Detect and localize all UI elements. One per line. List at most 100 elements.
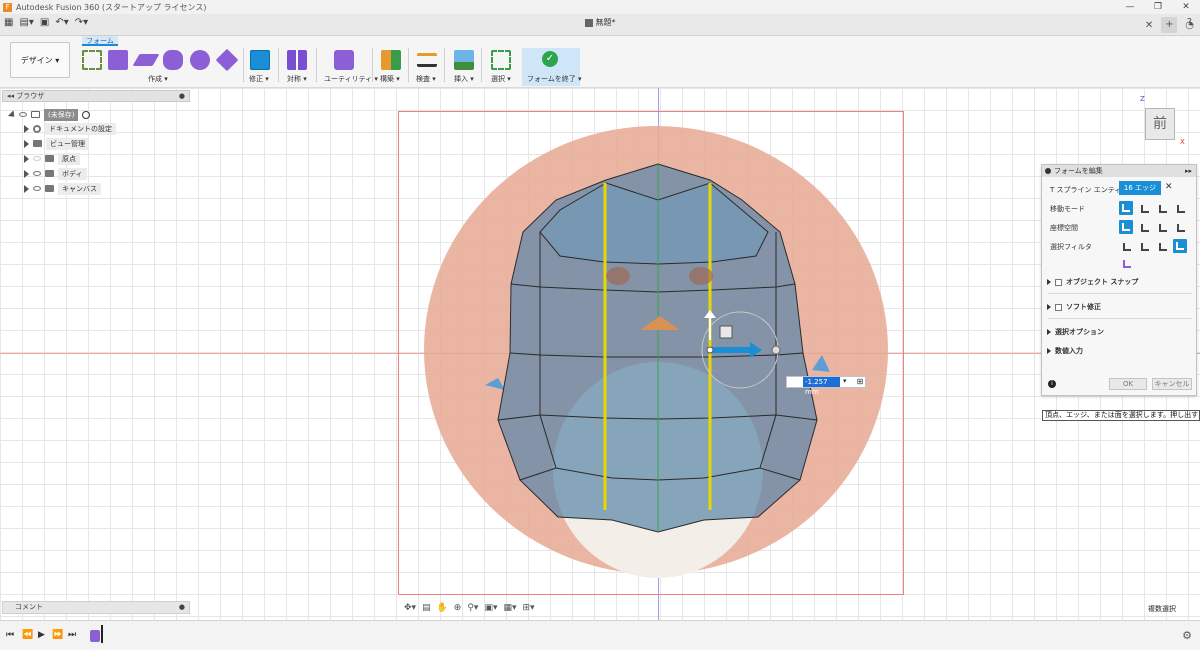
close-tab-icon[interactable]: ✕ — [1145, 20, 1153, 31]
soft-modification-section[interactable]: ソフト修正 — [1047, 302, 1101, 312]
info-icon[interactable]: i — [1048, 380, 1056, 388]
vertex-filter-icon[interactable] — [1119, 239, 1133, 253]
utility-icon[interactable] — [334, 50, 354, 70]
expand-input-icon[interactable]: ⊞ — [854, 376, 866, 388]
zoom-icon[interactable]: ⊕ — [454, 603, 462, 613]
model-scene[interactable] — [400, 88, 900, 620]
visibility-icon[interactable] — [33, 171, 41, 176]
go-to-end-icon[interactable]: ⏭ — [68, 630, 76, 640]
browser-root[interactable]: (未保存) — [7, 108, 91, 121]
comments-panel[interactable]: コメント ● — [2, 601, 190, 614]
3d-viewport[interactable] — [0, 88, 1200, 620]
close-button[interactable]: ✕ — [1172, 0, 1200, 14]
look-at-icon[interactable]: ▤ — [422, 603, 431, 613]
hidden-visibility-icon[interactable] — [33, 156, 41, 161]
minimize-button[interactable]: — — [1116, 0, 1144, 14]
selection-options-section[interactable]: 選択オプション — [1047, 327, 1104, 337]
entity-selection-button[interactable]: 16 エッジ — [1119, 181, 1161, 195]
play-icon[interactable]: ▶ — [38, 630, 45, 640]
step-back-icon[interactable]: ⏪ — [22, 630, 33, 640]
object-snap-section[interactable]: オブジェクト スナップ — [1047, 277, 1138, 287]
visibility-icon[interactable] — [19, 112, 27, 117]
face-filter-icon[interactable] — [1155, 239, 1169, 253]
cylinder-icon[interactable] — [163, 50, 183, 70]
insert-image-icon[interactable] — [454, 50, 474, 70]
help-icon[interactable]: ? — [1187, 17, 1192, 28]
expand-icon[interactable] — [24, 124, 29, 133]
scale-icon[interactable] — [1173, 201, 1187, 215]
parent-space-icon[interactable] — [1173, 220, 1187, 234]
expand-icon[interactable] — [1047, 348, 1051, 354]
browser-item-origin[interactable]: 原点 — [24, 152, 80, 165]
comments-pin-icon[interactable]: ● — [179, 602, 185, 613]
torus-icon[interactable] — [215, 48, 239, 72]
view-space-icon[interactable] — [1137, 220, 1151, 234]
utility-menu[interactable]: ユーティリティ ▾ — [324, 74, 378, 84]
grid-settings-icon[interactable]: ▦▾ — [503, 603, 516, 613]
zoom-window-icon[interactable]: ⚲▾ — [467, 603, 478, 613]
translation-icon[interactable] — [1137, 201, 1151, 215]
workspace-switcher[interactable]: デザイン ▾ — [10, 42, 70, 78]
step-forward-icon[interactable]: ⏩ — [52, 630, 63, 640]
expand-icon[interactable] — [24, 139, 29, 148]
browser-item-bodies[interactable]: ボディ — [24, 167, 87, 180]
tab-form[interactable]: フォーム — [82, 36, 118, 46]
viewcube[interactable]: 前 — [1145, 108, 1175, 140]
expand-icon[interactable] — [7, 109, 18, 120]
dialog-header[interactable]: フォームを編集 ▸▸ — [1042, 165, 1196, 177]
object-snap-checkbox[interactable] — [1055, 278, 1062, 286]
browser-item-canvases[interactable]: キャンバス — [24, 182, 101, 195]
inspect-menu[interactable]: 検査 ▾ — [416, 74, 436, 84]
active-radio-icon[interactable] — [82, 110, 91, 119]
symmetry-icon[interactable] — [287, 50, 307, 70]
create-form-icon[interactable] — [82, 50, 102, 70]
create-menu[interactable]: 作成 ▾ — [148, 74, 168, 84]
select-icon[interactable] — [491, 50, 511, 70]
new-tab-icon[interactable]: + — [1161, 17, 1178, 33]
symmetry-menu[interactable]: 対称 ▾ — [287, 74, 307, 84]
sphere-icon[interactable] — [190, 50, 210, 70]
chevron-down-icon[interactable]: ▾ — [843, 377, 847, 385]
rotation-icon[interactable] — [1155, 201, 1169, 215]
pan-icon[interactable]: ✋ — [437, 603, 448, 613]
ok-button[interactable]: OK — [1109, 378, 1147, 390]
expand-dialog-icon[interactable]: ▸▸ — [1185, 165, 1192, 177]
expand-icon[interactable] — [24, 154, 29, 163]
distance-value[interactable]: -1.257 mm — [803, 377, 840, 396]
check-icon[interactable]: ✓ — [542, 51, 558, 67]
multi-transform-icon[interactable] — [1119, 201, 1133, 215]
insert-menu[interactable]: 挿入 ▾ — [454, 74, 474, 84]
edge-filter-icon[interactable] — [1137, 239, 1151, 253]
browser-header[interactable]: ◂◂ ブラウザ ● — [2, 90, 190, 102]
viewports-icon[interactable]: ⊞▾ — [523, 603, 535, 613]
go-to-start-icon[interactable]: ⏮ — [6, 630, 14, 640]
edit-form-icon[interactable] — [250, 50, 270, 70]
modify-menu[interactable]: 修正 ▾ — [249, 74, 269, 84]
expand-icon[interactable] — [1047, 279, 1051, 285]
finish-form-button[interactable]: フォームを終了 ▾ — [527, 74, 582, 84]
maximize-button[interactable]: ❐ — [1144, 0, 1172, 14]
local-space-icon[interactable] — [1155, 220, 1169, 234]
plane-icon[interactable] — [132, 54, 160, 66]
timeline-marker[interactable] — [101, 625, 103, 643]
numeric-input-section[interactable]: 数値入力 — [1047, 346, 1083, 356]
clear-selection-icon[interactable]: ✕ — [1165, 182, 1173, 192]
construct-menu[interactable]: 構築 ▾ — [380, 74, 400, 84]
timeline-settings-icon[interactable]: ⚙ — [1182, 629, 1192, 642]
document-tab[interactable]: 無題* — [0, 17, 1200, 28]
box-icon[interactable] — [108, 50, 128, 70]
browser-item-named-views[interactable]: ビュー管理 — [24, 137, 89, 150]
collapse-icon[interactable]: ◂◂ — [7, 92, 16, 100]
expand-icon[interactable] — [24, 184, 29, 193]
soft-modification-checkbox[interactable] — [1055, 303, 1062, 311]
select-menu[interactable]: 選択 ▾ — [491, 74, 511, 84]
construct-icon[interactable] — [381, 50, 401, 70]
form-feature-icon[interactable] — [90, 630, 100, 642]
browser-pin-icon[interactable]: ● — [179, 91, 185, 101]
cancel-button[interactable]: キャンセル — [1152, 378, 1192, 390]
body-filter-icon[interactable] — [1119, 256, 1133, 270]
visibility-icon[interactable] — [33, 186, 41, 191]
expand-icon[interactable] — [24, 169, 29, 178]
world-space-icon[interactable] — [1119, 220, 1133, 234]
display-settings-icon[interactable]: ▣▾ — [484, 603, 497, 613]
